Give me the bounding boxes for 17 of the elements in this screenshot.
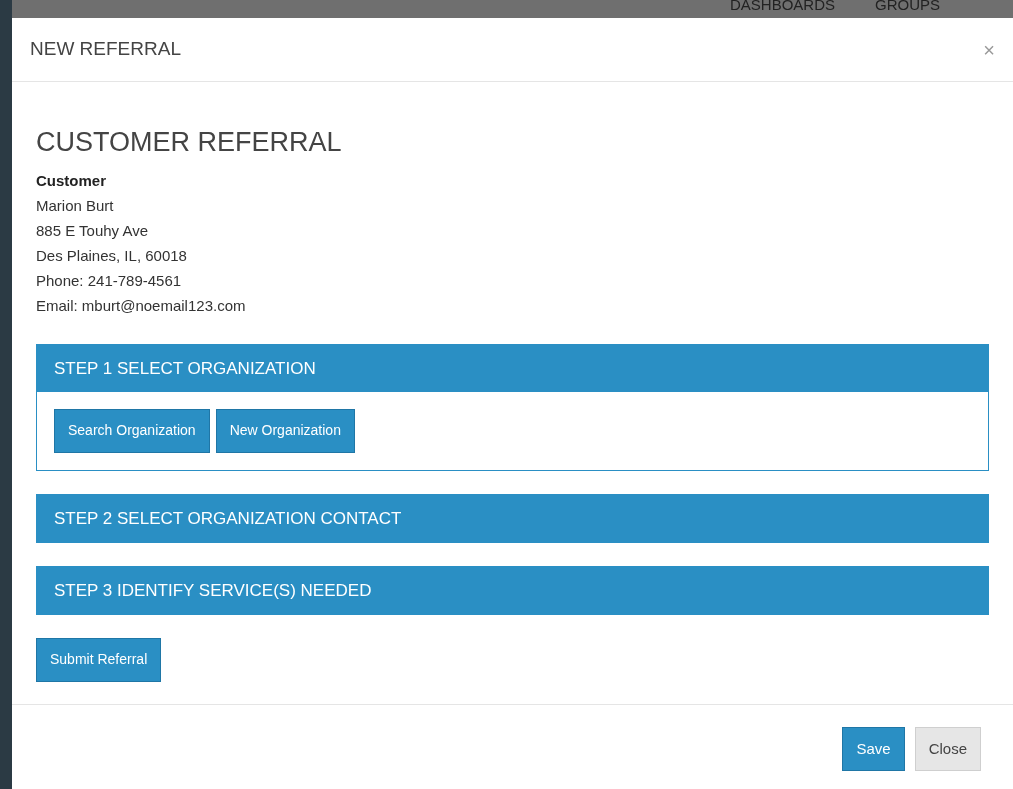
nav-link[interactable]: GROUPS [875,0,941,17]
modal-title: NEW REFERRAL [30,37,181,62]
step-button[interactable]: New Organization [215,408,355,453]
step-button[interactable]: Search Organization [54,408,210,453]
close-button[interactable]: × [983,39,995,60]
submit-referral-button[interactable]: Submit Referral [36,637,162,682]
customer-detail: 885 E Touhy Ave [36,220,150,241]
customer-detail: Des Plaines, IL, 60018 [36,245,188,266]
close-footer-button[interactable]: Close [914,726,981,771]
customer-detail: Email: mburt@noemail123.com [36,295,247,316]
page-heading: CUSTOMER REFERRAL [36,126,343,159]
nav-link[interactable]: DASHBOARDS [730,0,836,17]
step-header[interactable]: STEP 1 SELECT ORGANIZATION [37,344,988,392]
customer-detail: Phone: 241-789-4561 [36,270,183,291]
save-button[interactable]: Save [842,726,905,771]
customer-detail: Marion Burt [36,195,115,216]
customer-label: Customer [36,170,107,191]
